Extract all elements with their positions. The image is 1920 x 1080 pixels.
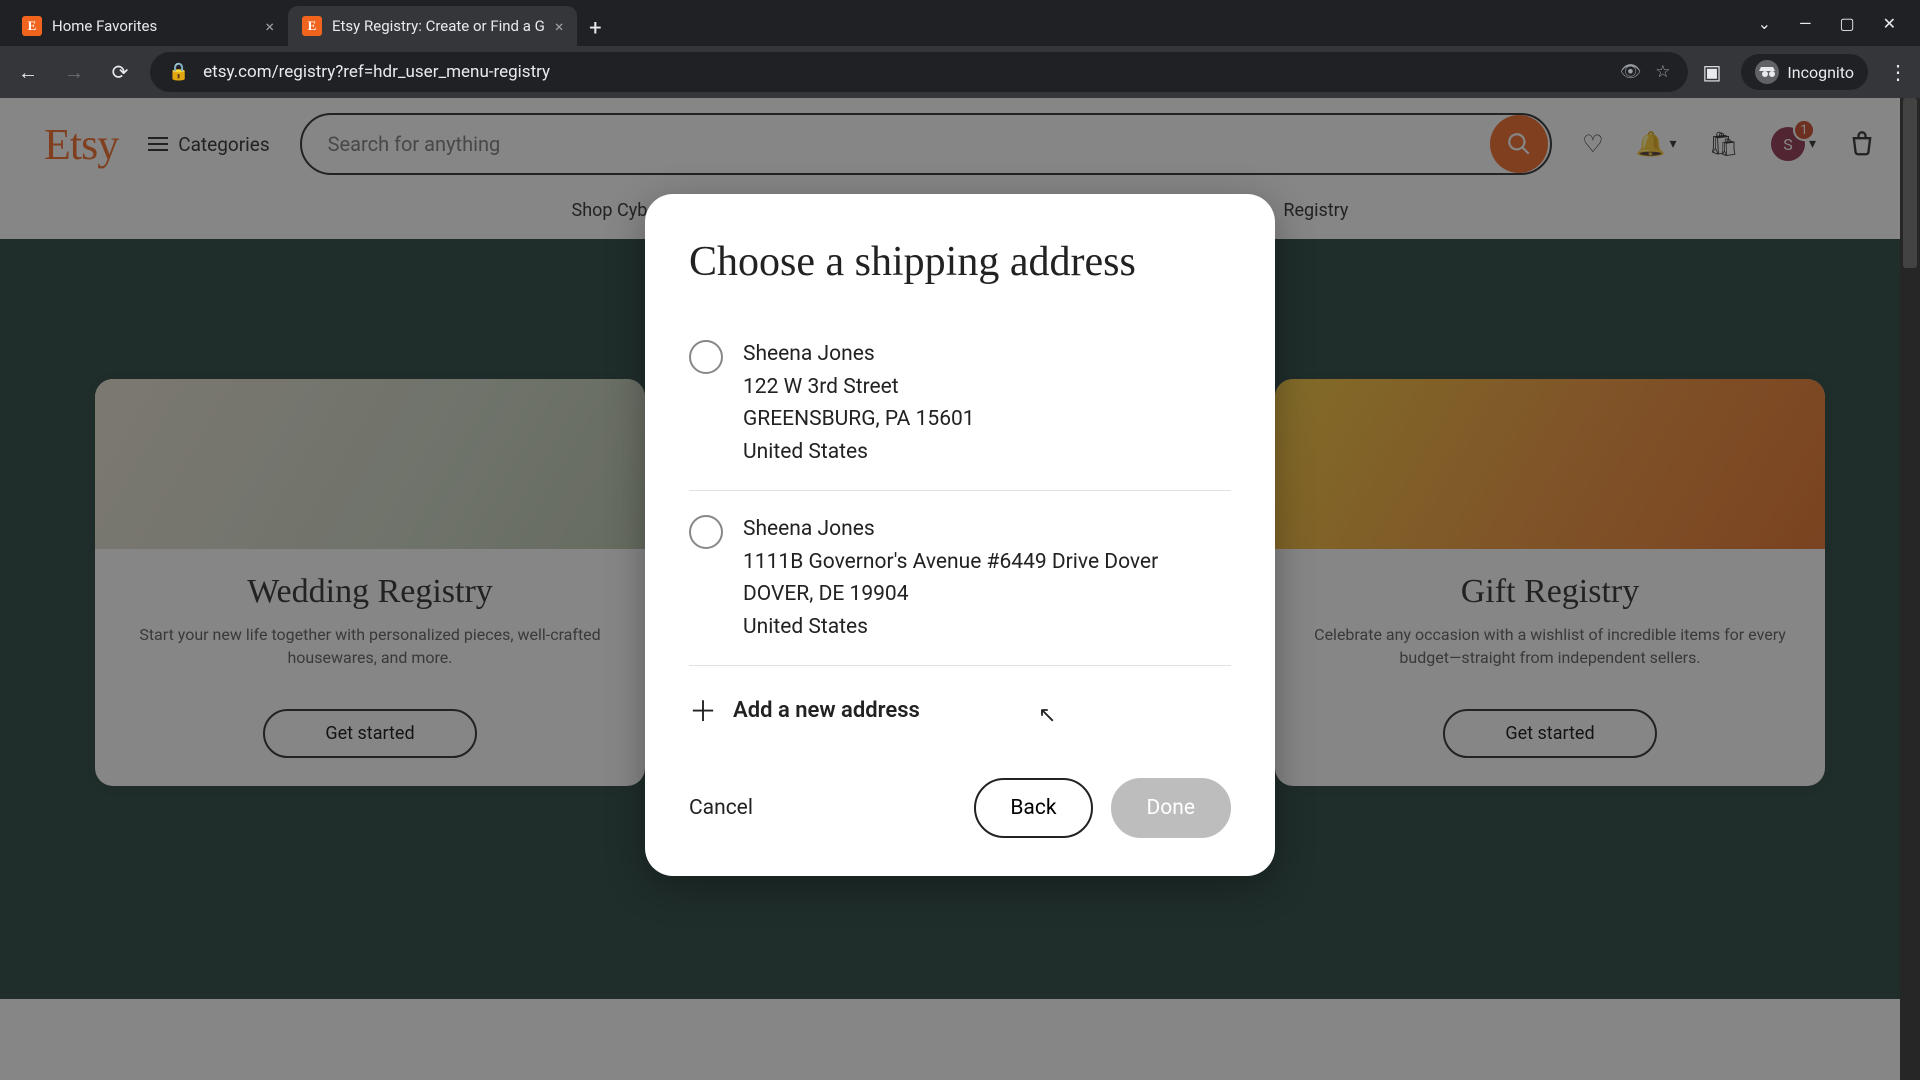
address-name: Sheena Jones: [743, 513, 1158, 546]
forward-browser-button[interactable]: →: [58, 56, 90, 88]
close-icon[interactable]: ×: [265, 17, 274, 36]
address-line1: 122 W 3rd Street: [743, 371, 975, 404]
back-browser-button[interactable]: ←: [12, 56, 44, 88]
back-button[interactable]: Back: [974, 778, 1092, 838]
tab-title: Etsy Registry: Create or Find a G: [332, 17, 545, 35]
incognito-label: Incognito: [1787, 63, 1854, 82]
browser-chrome: E Home Favorites × E Etsy Registry: Crea…: [0, 0, 1920, 98]
panel-icon[interactable]: ▣: [1702, 60, 1721, 84]
address-line1: 1111B Governor's Avenue #6449 Drive Dove…: [743, 546, 1158, 579]
address-text: Sheena Jones 1111B Governor's Avenue #64…: [743, 513, 1158, 643]
plus-icon: ＋: [689, 690, 717, 730]
address-bar[interactable]: 🔒 etsy.com/registry?ref=hdr_user_menu-re…: [150, 52, 1688, 92]
browser-toolbar: ← → ⟳ 🔒 etsy.com/registry?ref=hdr_user_m…: [0, 46, 1920, 98]
lock-icon: 🔒: [168, 62, 189, 82]
close-window-icon[interactable]: ✕: [1883, 14, 1896, 33]
window-controls: ⌄ ― ▢ ✕: [1758, 0, 1920, 46]
eye-off-icon[interactable]: 👁: [1620, 62, 1642, 82]
browser-tab-0[interactable]: E Home Favorites ×: [8, 6, 288, 46]
close-icon[interactable]: ×: [555, 17, 564, 36]
modal-overlay[interactable]: Choose a shipping address Sheena Jones 1…: [0, 98, 1920, 1080]
modal-actions: Cancel Back Done: [689, 778, 1231, 838]
incognito-indicator[interactable]: Incognito: [1741, 54, 1868, 90]
incognito-icon: [1755, 60, 1779, 84]
address-country: United States: [743, 611, 1158, 644]
page-viewport: Etsy Categories ♡ 🔔▾ 🛍 S 1 ▾ Shop Cyber: [0, 98, 1920, 1080]
chevron-down-icon[interactable]: ⌄: [1758, 14, 1771, 33]
shipping-address-modal: Choose a shipping address Sheena Jones 1…: [645, 194, 1275, 876]
reload-button[interactable]: ⟳: [104, 56, 136, 88]
done-button[interactable]: Done: [1111, 778, 1232, 838]
cancel-button[interactable]: Cancel: [689, 796, 753, 820]
toolbar-right: ▣ Incognito ⋮: [1702, 54, 1908, 90]
modal-title: Choose a shipping address: [689, 238, 1231, 286]
address-option-0[interactable]: Sheena Jones 122 W 3rd Street GREENSBURG…: [689, 316, 1231, 491]
tab-title: Home Favorites: [52, 17, 255, 35]
star-icon[interactable]: ☆: [1655, 62, 1670, 82]
maximize-icon[interactable]: ▢: [1839, 14, 1854, 33]
tab-strip: E Home Favorites × E Etsy Registry: Crea…: [0, 0, 1920, 46]
address-option-1[interactable]: Sheena Jones 1111B Governor's Avenue #64…: [689, 491, 1231, 666]
radio-icon[interactable]: [689, 340, 723, 374]
add-address-label: Add a new address: [733, 698, 920, 723]
address-text: Sheena Jones 122 W 3rd Street GREENSBURG…: [743, 338, 975, 468]
kebab-icon[interactable]: ⋮: [1888, 60, 1908, 84]
address-name: Sheena Jones: [743, 338, 975, 371]
etsy-favicon: E: [22, 16, 42, 36]
etsy-favicon: E: [302, 16, 322, 36]
new-tab-button[interactable]: +: [577, 10, 613, 46]
address-line2: GREENSBURG, PA 15601: [743, 403, 975, 436]
minimize-icon[interactable]: ―: [1799, 14, 1812, 33]
browser-tab-1[interactable]: E Etsy Registry: Create or Find a G ×: [288, 6, 577, 46]
radio-icon[interactable]: [689, 515, 723, 549]
address-country: United States: [743, 436, 975, 469]
add-new-address[interactable]: ＋ Add a new address: [689, 666, 1231, 738]
address-line2: DOVER, DE 19904: [743, 578, 1158, 611]
url-text: etsy.com/registry?ref=hdr_user_menu-regi…: [203, 62, 1605, 82]
